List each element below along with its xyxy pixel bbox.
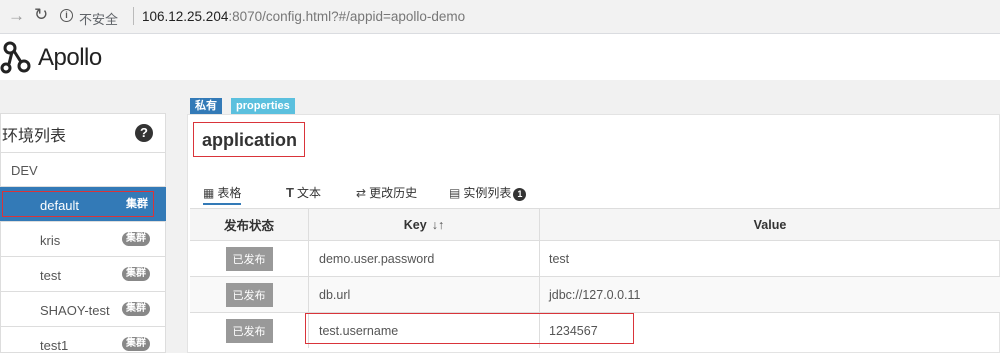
cluster-tag: 集群 — [122, 267, 150, 281]
url-field[interactable]: 106.12.25.204:8070/config.html?#/appid=a… — [142, 9, 465, 24]
env-label: DEV — [11, 163, 38, 178]
tab-label: 表格 — [217, 186, 242, 200]
highlight-box-test-username-row — [305, 313, 634, 344]
header-key[interactable]: Key ↓↑ — [309, 209, 540, 240]
history-icon: ⇄ — [356, 186, 367, 200]
format-badge: properties — [231, 98, 295, 114]
tab-instances[interactable]: ▤ 实例列表 1 — [449, 184, 527, 201]
cluster-name: kris — [40, 233, 61, 248]
value-cell: jdbc://127.0.0.11 — [549, 287, 641, 302]
cluster-name: SHAOY-test — [40, 303, 110, 318]
cluster-item-test1[interactable]: test1 集群 — [0, 326, 166, 361]
text-icon: T — [286, 185, 294, 200]
table-icon: ▦ — [203, 186, 215, 200]
status-cell: 已发布 — [190, 277, 309, 312]
insecure-label[interactable]: 不安全 — [79, 9, 118, 28]
highlight-box-namespace — [193, 122, 305, 157]
status-badge: 已发布 — [225, 246, 273, 271]
env-dev[interactable]: DEV — [0, 152, 166, 186]
cluster-tag: 集群 — [122, 337, 150, 351]
info-icon[interactable]: i — [60, 9, 73, 22]
tab-label: 实例列表 — [463, 186, 512, 200]
key-cell: demo.user.password — [309, 241, 540, 276]
tab-text[interactable]: T 文本 — [286, 184, 321, 201]
cluster-item-shaoy-test[interactable]: SHAOY-test 集群 — [0, 291, 166, 326]
status-badge: 已发布 — [225, 282, 273, 307]
brand-title[interactable]: Apollo — [38, 44, 102, 72]
highlight-box-default-cluster — [2, 191, 154, 217]
tab-label: 文本 — [296, 186, 321, 200]
tab-table[interactable]: ▦ 表格 — [203, 184, 242, 205]
instance-count-badge: 1 — [513, 188, 527, 201]
cluster-item-kris[interactable]: kris 集群 — [0, 221, 166, 256]
table-row[interactable]: 已发布 db.url jdbc://127.0.0.11 — [190, 276, 1000, 312]
url-path: :8070/config.html?#/appid=apollo-demo — [228, 9, 466, 24]
table-header: 发布状态 Key ↓↑ Value — [190, 208, 1000, 240]
header-value: Value — [753, 217, 787, 232]
cluster-tag: 集群 — [122, 232, 150, 246]
table-row[interactable]: 已发布 demo.user.password test — [190, 240, 1000, 276]
status-cell: 已发布 — [190, 241, 309, 276]
key-cell: db.url — [309, 277, 540, 312]
tab-label: 更改历史 — [369, 186, 418, 200]
header-key-label: Key — [403, 217, 427, 232]
status-cell: 已发布 — [190, 313, 309, 348]
url-host: 106.12.25.204 — [142, 9, 229, 24]
reload-icon[interactable]: ↻ — [34, 5, 48, 25]
value-cell: test — [549, 251, 570, 266]
status-badge: 已发布 — [225, 318, 273, 343]
forward-icon[interactable]: → — [8, 6, 25, 26]
cluster-name: test1 — [40, 338, 69, 353]
sort-icon[interactable]: ↓↑ — [432, 218, 445, 232]
help-icon[interactable]: ? — [135, 124, 153, 142]
apollo-logo-icon[interactable] — [0, 38, 34, 76]
cluster-tag: 集群 — [122, 302, 150, 316]
cluster-item-test[interactable]: test 集群 — [0, 256, 166, 291]
instances-icon: ▤ — [449, 186, 461, 200]
sidebar-title: 环境列表 — [2, 128, 67, 145]
cluster-name: test — [40, 268, 61, 283]
url-separator — [133, 7, 134, 25]
private-badge: 私有 — [190, 98, 222, 114]
header-status: 发布状态 — [190, 209, 309, 240]
tab-history[interactable]: ⇄ 更改历史 — [356, 184, 417, 201]
app-header — [0, 34, 1000, 80]
